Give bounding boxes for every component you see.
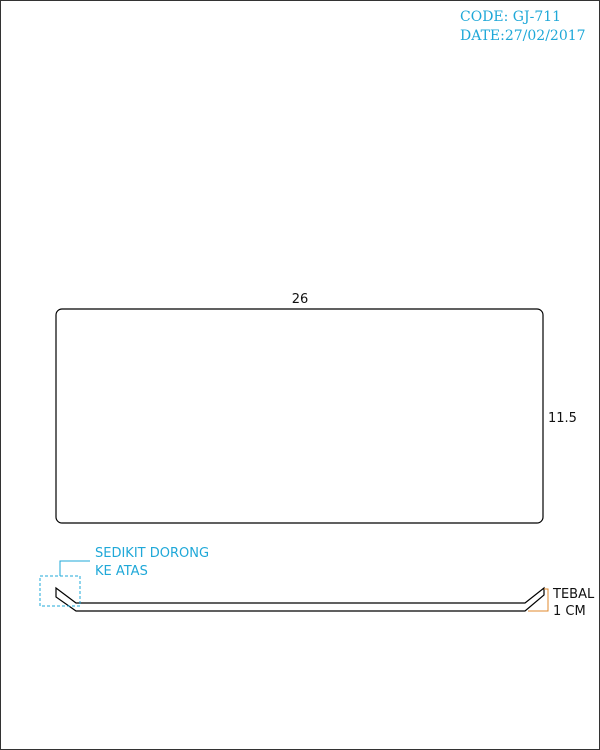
thickness-label-line2: 1 CM <box>553 604 586 619</box>
width-dimension-label: 26 <box>292 292 309 307</box>
push-up-note-line2: KE ATAS <box>95 564 148 579</box>
thickness-label-line1: TEBAL <box>552 587 595 602</box>
height-dimension-label: 11.5 <box>548 411 577 426</box>
technical-drawing: CODE: GJ-711 DATE:27/02/2017 26 11.5 SED… <box>0 0 600 750</box>
top-view-outline <box>55 308 544 524</box>
push-up-leader-line <box>59 560 90 576</box>
date-label: DATE:27/02/2017 <box>460 28 586 44</box>
side-view-profile <box>55 586 545 612</box>
drawing-frame <box>0 0 600 750</box>
code-label: CODE: GJ-711 <box>460 9 561 25</box>
push-up-note-line1: SEDIKIT DORONG <box>95 546 209 561</box>
